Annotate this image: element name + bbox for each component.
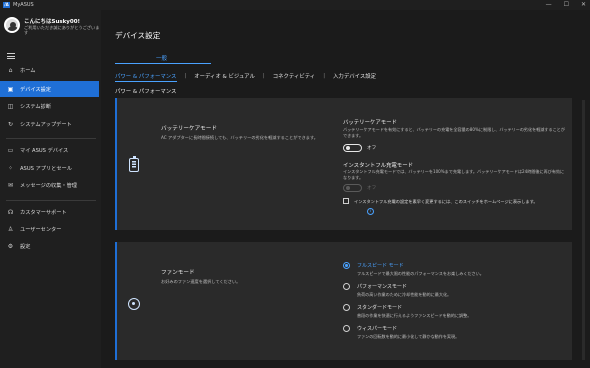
sidebar-item-support[interactable]: ☊ カスタマーサポート [0,204,99,220]
section-title: パワー & パフォーマンス [115,89,177,95]
sidebar-item-label: ASUS アプリとセール [20,165,72,172]
subtab-separator: | [323,73,326,79]
subtab-connectivity[interactable]: コネクティビティ [273,72,315,80]
battery-care-card: バッテリーケアモード AC アダプターに長時間接続しても、バッテリーの劣化を軽減… [115,98,572,230]
instant-full-charge-state: オフ [367,186,377,191]
sidebar-item-apps[interactable]: ⁘ ASUS アプリとセール [0,160,99,176]
sidebar-divider [6,200,96,201]
fan-option-description: 負荷の高い作業のために冷却性能を動的に最大化。 [357,292,452,297]
instant-full-charge-toggle[interactable] [343,184,362,192]
sidebar-item-messages[interactable]: ✉ メッセージの収集・管理 [0,177,99,193]
device-settings-icon: ▣ [7,85,14,93]
fan-option-description: 普段の作業を快適に行えるようファンスピードを動的に調整。 [357,313,472,318]
sidebar-item-label: ユーザーセンター [20,226,62,233]
tab-general[interactable]: 一般 [156,54,167,62]
fan-option-label[interactable]: ウィスパーモード [357,325,397,332]
sidebar-item-label: ホーム [20,67,36,74]
avatar [4,17,20,33]
fan-option-performance-radio[interactable] [343,283,350,290]
minimize-button[interactable]: — [546,1,552,8]
fan-option-whisper-radio[interactable] [343,325,350,332]
scrollbar[interactable] [582,100,585,360]
sidebar-item-label: 設定 [20,243,31,250]
fan-option-description: フルスピードで最大限の性能のパフォーマンスをお楽しみください。 [357,271,484,276]
fan-option-label[interactable]: フルスピード モード [357,262,404,269]
subtab-audio-visual[interactable]: オーディオ & ビジュアル [194,72,255,80]
battery-care-mode-toggle[interactable] [343,144,362,152]
apps-icon: ⁘ [7,164,14,172]
fan-option-label[interactable]: パフォーマンスモード [357,283,407,290]
fan-icon [128,298,140,310]
fan-option-description: ファンの回転数を動的に最小化して静かな動作を実現。 [357,334,460,339]
greeting-text: こんにちはSusky00! [24,19,81,25]
sidebar-item-user-center[interactable]: ♙ ユーザーセンター [0,221,99,237]
sidebar-item-settings[interactable]: ⚙ 設定 [0,238,99,254]
gear-icon: ⚙ [7,242,14,250]
sidebar-divider [6,138,96,139]
diagnostics-icon: ◫ [7,102,14,110]
sidebar-item-my-devices[interactable]: ▭ マイ ASUS デバイス [0,142,99,158]
instant-full-charge-description: インスタントフル充電モードでは、バッテリーを100%まで充電します。バッテリーケ… [343,169,565,180]
user-profile[interactable]: こんにちはSusky00! ご利用いただき誠にありがとうございます [4,16,99,42]
page-title: デバイス設定 [115,31,161,40]
fan-option-standard-radio[interactable] [343,304,350,311]
sidebar-item-diagnostics[interactable]: ◫ システム診断 [0,98,99,114]
main-content: デバイス設定 一般 パワー & パフォーマンス | オーディオ & ビジュアル … [101,10,590,368]
battery-care-mode-state: オフ [367,146,377,151]
subtab-active-indicator [115,81,177,82]
subtab-separator: | [262,73,265,79]
fan-option-label[interactable]: スタンダードモード [357,304,402,311]
sidebar-item-label: システム診断 [20,103,51,110]
subtab-separator: | [184,73,187,79]
title-bar: /A MyASUS — ☐ ✕ [0,0,590,10]
fan-mode-card: ファンモード お好みのファン速度を選択してください。 フルスピード モード フル… [115,242,572,360]
sidebar-item-device-settings[interactable]: ▣ デバイス設定 [0,81,99,97]
greeting-subtext: ご利用いただき誠にありがとうございます [24,25,100,36]
home-icon: ⌂ [8,66,13,74]
asus-logo-icon: /A [3,2,10,8]
sidebar-item-label: メッセージの収集・管理 [20,182,77,189]
battery-icon [129,156,139,172]
battery-card-title: バッテリーケアモード [161,126,217,132]
sidebar-item-system-update[interactable]: ↻ システムアップデート [0,116,99,132]
sidebar-item-label: システムアップデート [20,121,72,128]
tab-active-indicator [115,63,211,64]
maximize-button[interactable]: ☐ [564,1,569,8]
battery-care-mode-description: バッテリーケアモードを有効にすると、バッテリーの充電を全容量の80%に制限し、バ… [343,127,565,138]
subtab-bar: パワー & パフォーマンス | オーディオ & ビジュアル | コネクティビティ… [115,72,384,80]
sidebar-item-label: マイ ASUS デバイス [20,147,69,154]
devices-icon: ▭ [7,146,14,154]
app-title: MyASUS [13,2,34,8]
menu-icon[interactable] [7,53,15,59]
fan-card-title: ファンモード [161,270,195,276]
sidebar-item-home[interactable]: ⌂ ホーム [0,62,99,78]
show-on-home-label: インスタントフル充電の設定を素早く変更するには、このスイッチをホームページに表示… [354,199,538,204]
fan-card-description: お好みのファン速度を選択してください。 [161,279,241,284]
battery-care-mode-title: バッテリーケアモード [343,120,397,126]
sidebar-item-label: デバイス設定 [20,86,51,93]
subtab-power-performance[interactable]: パワー & パフォーマンス [115,72,176,80]
close-button[interactable]: ✕ [581,1,586,8]
fan-option-full-speed-radio[interactable] [343,262,350,269]
sidebar-item-label: カスタマーサポート [20,209,67,216]
subtab-input-devices[interactable]: 入力デバイス設定 [333,72,376,80]
sidebar: こんにちはSusky00! ご利用いただき誠にありがとうございます ⌂ ホーム … [0,10,101,368]
show-on-home-checkbox[interactable] [343,198,349,204]
instant-full-charge-title: インスタントフル充電モード [343,163,413,169]
battery-card-description: AC アダプターに長時間接続しても、バッテリーの劣化を軽減することができます。 [161,135,318,140]
window-controls: — ☐ ✕ [546,1,586,8]
support-icon: ☊ [7,208,14,216]
user-icon: ♙ [7,225,14,233]
info-icon[interactable]: i [367,208,374,215]
update-icon: ↻ [7,120,14,128]
message-icon: ✉ [7,181,14,189]
